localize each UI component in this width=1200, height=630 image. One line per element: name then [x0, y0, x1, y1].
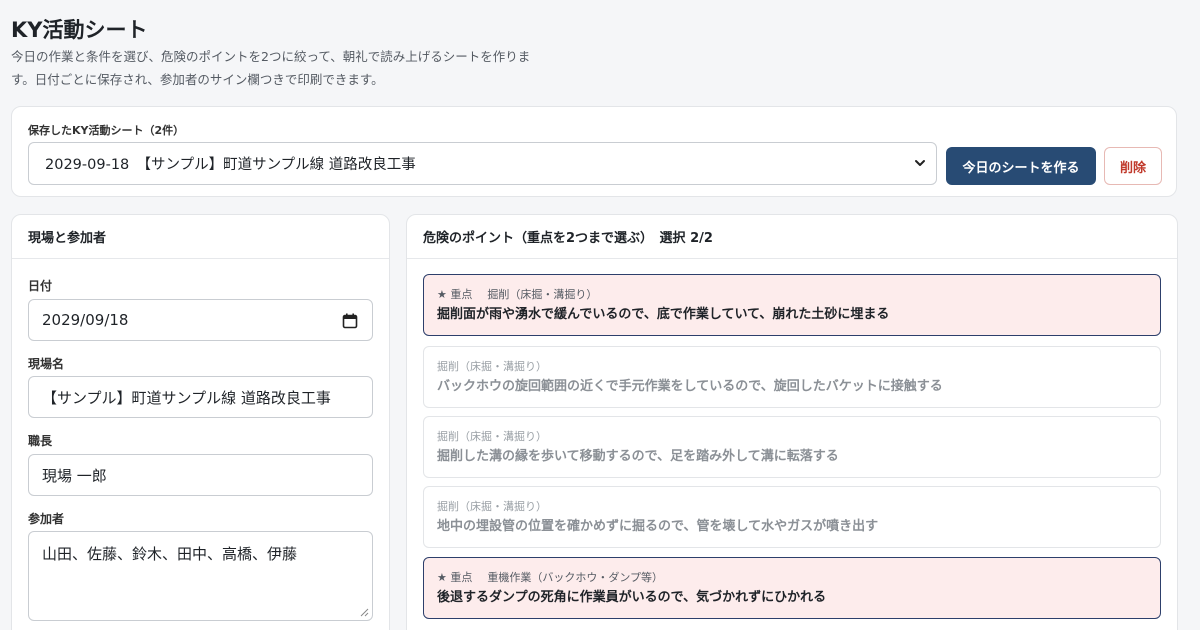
- calendar-icon[interactable]: [342, 313, 358, 329]
- resize-grip-icon[interactable]: [360, 608, 369, 617]
- hazard-category: ★ 重点 掘削（床掘・溝掘り）: [437, 288, 598, 301]
- date-value: 2029/09/18: [42, 311, 129, 329]
- site-name-input[interactable]: 【サンプル】町道サンプル線 道路改良工事: [28, 376, 373, 418]
- saved-sheets-label: 保存したKY活動シート（2件）: [28, 124, 185, 137]
- hazard-category: 掘削（床掘・溝掘り）: [437, 430, 547, 443]
- site-name-value: 【サンプル】町道サンプル線 道路改良工事: [42, 388, 331, 407]
- hazard-text: 地中の埋設管の位置を確かめずに掘るので、管を壊して水やガスが噴き出す: [437, 519, 879, 534]
- hazard-category: 掘削（床掘・溝掘り）: [437, 500, 547, 513]
- saved-sheets-card: 保存したKY活動シート（2件） 2029-09-18 【サンプル】町道サンプル線…: [11, 106, 1177, 197]
- hazard-category: ★ 重点 重機作業（バックホウ・ダンプ等）: [437, 571, 664, 584]
- description-line-1: 今日の作業と条件を選び、危険のポイントを2つに絞って、朝礼で読み上げるシートを作…: [11, 49, 531, 64]
- hazard-item-5[interactable]: ★ 重点 重機作業（バックホウ・ダンプ等） 後退するダンプの死角に作業員がいるので…: [423, 557, 1161, 619]
- saved-sheet-select[interactable]: 2029-09-18 【サンプル】町道サンプル線 道路改良工事: [28, 142, 937, 185]
- hazard-item-1[interactable]: ★ 重点 掘削（床掘・溝掘り） 掘削面が雨や湧水で緩んでいるので、底で作業していて…: [423, 274, 1161, 336]
- participants-value: 山田、佐藤、鈴木、田中、高橋、伊藤: [42, 545, 298, 563]
- site-card-title: 現場と参加者: [12, 215, 389, 259]
- hazard-text: 掘削した溝の縁を歩いて移動するので、足を踏み外して溝に転落する: [437, 449, 839, 464]
- foreman-input[interactable]: 現場 一郎: [28, 454, 373, 496]
- priority-star-badge: ★ 重点: [437, 571, 473, 584]
- saved-sheet-selected-value: 2029-09-18 【サンプル】町道サンプル線 道路改良工事: [45, 157, 416, 173]
- hazard-text: 掘削面が雨や湧水で緩んでいるので、底で作業していて、崩れた土砂に埋まる: [437, 307, 890, 322]
- site-name-label: 現場名: [28, 357, 65, 371]
- chevron-down-icon: [915, 160, 925, 166]
- page-title: KY活動シート: [11, 18, 148, 42]
- delete-button[interactable]: 削除: [1104, 147, 1162, 185]
- create-today-sheet-button[interactable]: 今日のシートを作る: [946, 147, 1096, 185]
- page-description: 今日の作業と条件を選び、危険のポイントを2つに絞って、朝礼で読み上げるシートを作…: [11, 45, 556, 91]
- page: KY活動シート 今日の作業と条件を選び、危険のポイントを2つに絞って、朝礼で読み…: [0, 0, 1200, 630]
- hazard-item-2[interactable]: 掘削（床掘・溝掘り） バックホウの旋回範囲の近くで手元作業をしているので、旋回し…: [423, 346, 1161, 408]
- hazard-text: 後退するダンプの死角に作業員がいるので、気づかれずにひかれる: [437, 590, 827, 605]
- date-input[interactable]: 2029/09/18: [28, 299, 373, 341]
- priority-star-badge: ★ 重点: [437, 288, 473, 301]
- hazard-item-4[interactable]: 掘削（床掘・溝掘り） 地中の埋設管の位置を確かめずに掘るので、管を壊して水やガス…: [423, 486, 1161, 548]
- site-participants-card: 現場と参加者 日付 2029/09/18 現場名 【サンプル】町道サンプル線 道…: [11, 214, 390, 630]
- hazard-category: 掘削（床掘・溝掘り）: [437, 360, 547, 373]
- hazard-points-card: 危険のポイント（重点を2つまで選ぶ） 選択 2/2 ★ 重点 掘削（床掘・溝掘り）…: [406, 214, 1178, 630]
- foreman-value: 現場 一郎: [42, 466, 107, 485]
- hazard-text: バックホウの旋回範囲の近くで手元作業をしているので、旋回したバケットに接触する: [437, 379, 943, 394]
- hazard-item-3[interactable]: 掘削（床掘・溝掘り） 掘削した溝の縁を歩いて移動するので、足を踏み外して溝に転落…: [423, 416, 1161, 478]
- participants-label: 参加者: [28, 512, 65, 526]
- participants-textarea[interactable]: 山田、佐藤、鈴木、田中、高橋、伊藤: [28, 531, 373, 621]
- foreman-label: 職長: [28, 434, 53, 448]
- hazard-card-title: 危険のポイント（重点を2つまで選ぶ） 選択 2/2: [407, 215, 1177, 259]
- description-line-2: す。日付ごとに保存され、参加者のサイン欄つきで印刷できます。: [11, 72, 384, 87]
- date-label: 日付: [28, 279, 53, 293]
